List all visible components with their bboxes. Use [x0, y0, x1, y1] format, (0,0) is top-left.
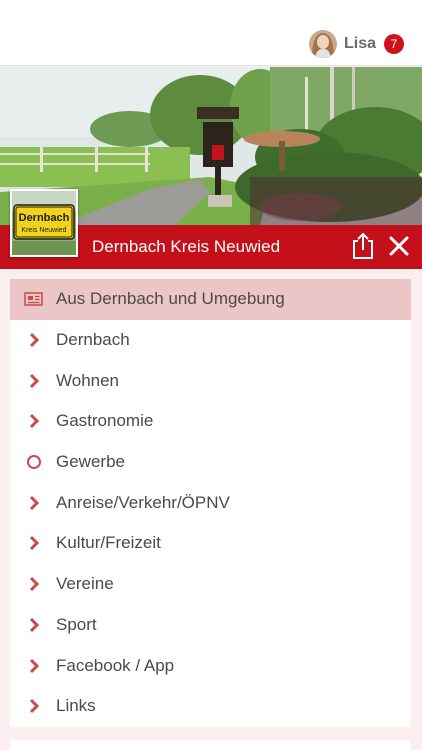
close-icon: [389, 236, 409, 256]
menu-item-label: Facebook / App: [56, 655, 175, 675]
close-button[interactable]: [387, 234, 411, 258]
place-sign-thumbnail: Dernbach Kreis Neuwied: [10, 189, 78, 257]
newspaper-icon: [24, 290, 44, 308]
menu-item-label: Anreise/Verkehr/ÖPNV: [56, 492, 230, 512]
chevron-right-icon: [24, 657, 44, 675]
menu-item-dernbach[interactable]: Dernbach: [10, 320, 411, 361]
place-title: Dernbach Kreis Neuwied: [92, 237, 281, 256]
chevron-right-icon: [24, 616, 44, 634]
menu-item-label: Sport: [56, 614, 97, 634]
menu-item-label: Gewerbe: [56, 452, 125, 472]
menu-item-wohnen[interactable]: Wohnen: [10, 360, 411, 401]
next-section-card: [10, 740, 411, 750]
share-icon: [353, 232, 373, 259]
chevron-right-icon: [24, 331, 44, 349]
circle-icon: [24, 453, 44, 471]
chevron-right-icon: [24, 372, 44, 390]
chevron-right-icon: [24, 575, 44, 593]
menu-item-facebook-app[interactable]: Facebook / App: [10, 645, 411, 686]
chevron-right-icon: [24, 697, 44, 715]
menu-item-aus-dernbach-und-umgebung[interactable]: Aus Dernbach und Umgebung: [10, 279, 411, 320]
menu-item-sport[interactable]: Sport: [10, 605, 411, 646]
menu-item-label: Links: [56, 696, 96, 716]
sign-line2: Kreis Neuwied: [21, 227, 66, 234]
menu-item-kultur-freizeit[interactable]: Kultur/Freizeit: [10, 523, 411, 564]
user-name[interactable]: Lisa: [344, 35, 376, 53]
menu-item-label: Vereine: [56, 574, 114, 594]
menu-item-label: Wohnen: [56, 370, 120, 390]
menu-item-label: Kultur/Freizeit: [56, 533, 161, 553]
menu-item-gewerbe[interactable]: Gewerbe: [10, 442, 411, 483]
top-bar: Lisa 7: [0, 0, 422, 66]
menu-item-links[interactable]: Links: [10, 686, 411, 727]
avatar[interactable]: [308, 30, 337, 58]
user-menu[interactable]: Lisa 7: [308, 29, 404, 59]
category-menu: Aus Dernbach und Umgebung Dernbach Wohne…: [10, 279, 411, 727]
menu-item-label: Dernbach: [56, 330, 130, 350]
share-button[interactable]: [350, 231, 376, 261]
menu-item-label: Gastronomie: [56, 411, 154, 431]
sign-line1: Dernbach: [19, 212, 70, 224]
chevron-right-icon: [24, 494, 44, 512]
chevron-right-icon: [24, 412, 44, 430]
menu-item-vereine[interactable]: Vereine: [10, 564, 411, 605]
menu-item-label: Aus Dernbach und Umgebung: [56, 289, 285, 309]
notification-badge[interactable]: 7: [384, 34, 404, 54]
chevron-right-icon: [24, 534, 44, 552]
menu-item-gastronomie[interactable]: Gastronomie: [10, 401, 411, 442]
menu-item-anreise-verkehr-oepnv[interactable]: Anreise/Verkehr/ÖPNV: [10, 482, 411, 523]
town-sign-image: Dernbach Kreis Neuwied: [12, 191, 76, 255]
